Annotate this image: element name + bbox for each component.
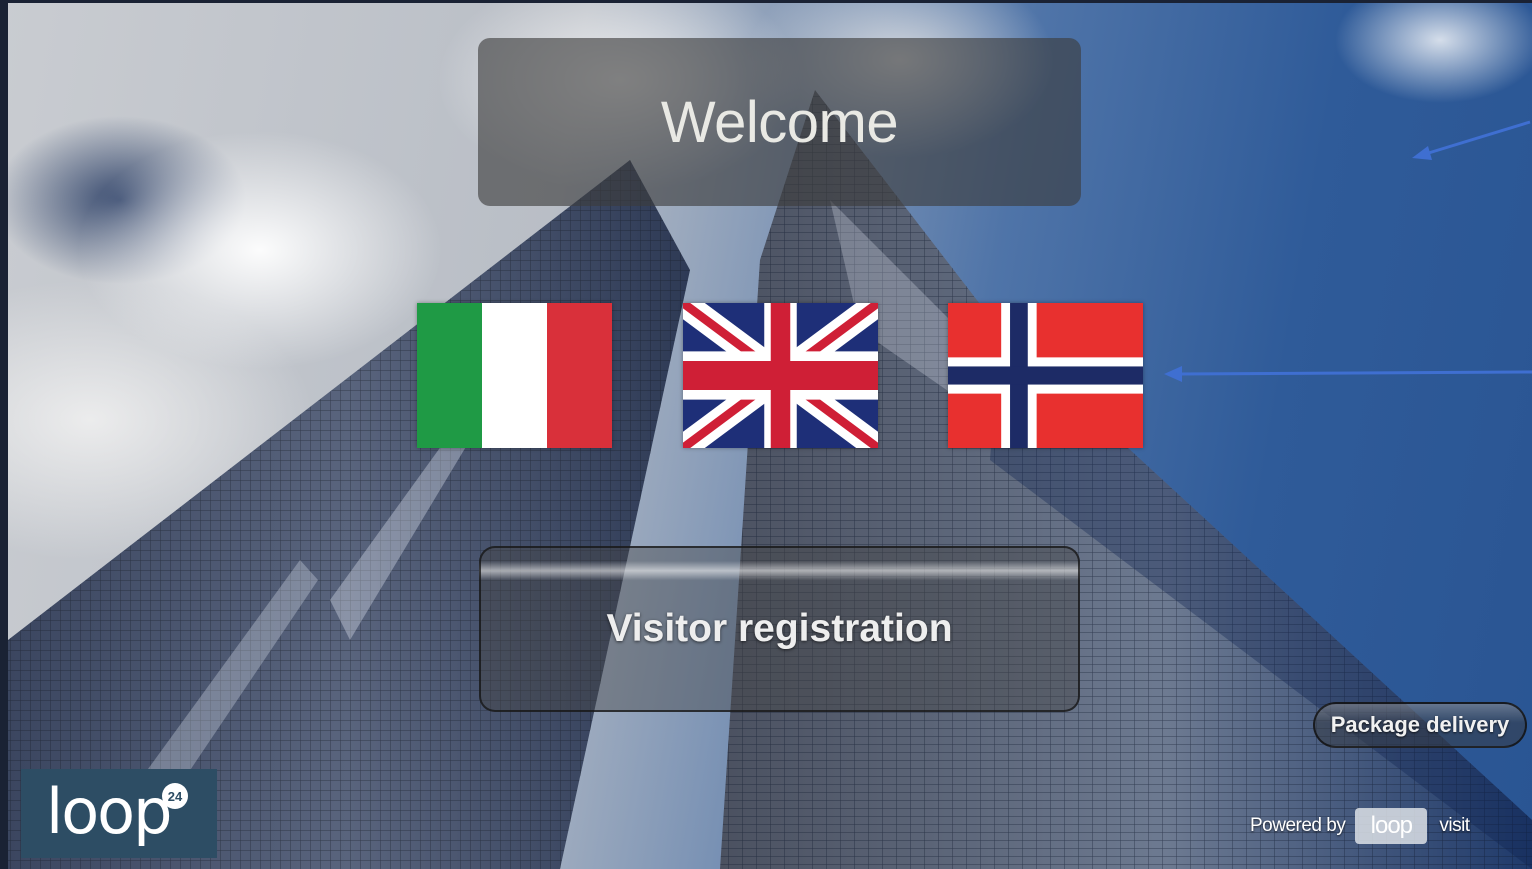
visitor-registration-label: Visitor registration <box>606 607 953 650</box>
powered-by-logo-text: loop <box>1370 812 1413 839</box>
package-delivery-label: Package delivery <box>1330 712 1510 737</box>
welcome-banner: Welcome <box>478 38 1081 206</box>
language-italian-button[interactable] <box>417 303 612 448</box>
package-delivery-button[interactable]: Package delivery <box>1313 702 1527 748</box>
logo-text: loop <box>46 775 172 848</box>
visitor-registration-button[interactable]: Visitor registration <box>479 546 1080 712</box>
flag-italy-icon <box>417 303 612 448</box>
left-frame-border <box>0 0 8 869</box>
flag-uk-icon <box>683 303 878 448</box>
powered-by-logo: loop <box>1355 808 1428 844</box>
loop24-logo: loop 24 <box>21 769 217 858</box>
language-english-button[interactable] <box>683 303 878 448</box>
welcome-title: Welcome <box>660 89 899 155</box>
flag-norway-icon <box>948 303 1143 448</box>
top-frame-border <box>0 0 1532 3</box>
powered-by-credit: Powered by loop visit <box>1250 808 1470 844</box>
visit-text: visit <box>1439 815 1470 836</box>
language-norwegian-button[interactable] <box>948 303 1143 448</box>
logo-badge: 24 <box>162 783 188 809</box>
powered-by-text: Powered by <box>1250 815 1346 836</box>
